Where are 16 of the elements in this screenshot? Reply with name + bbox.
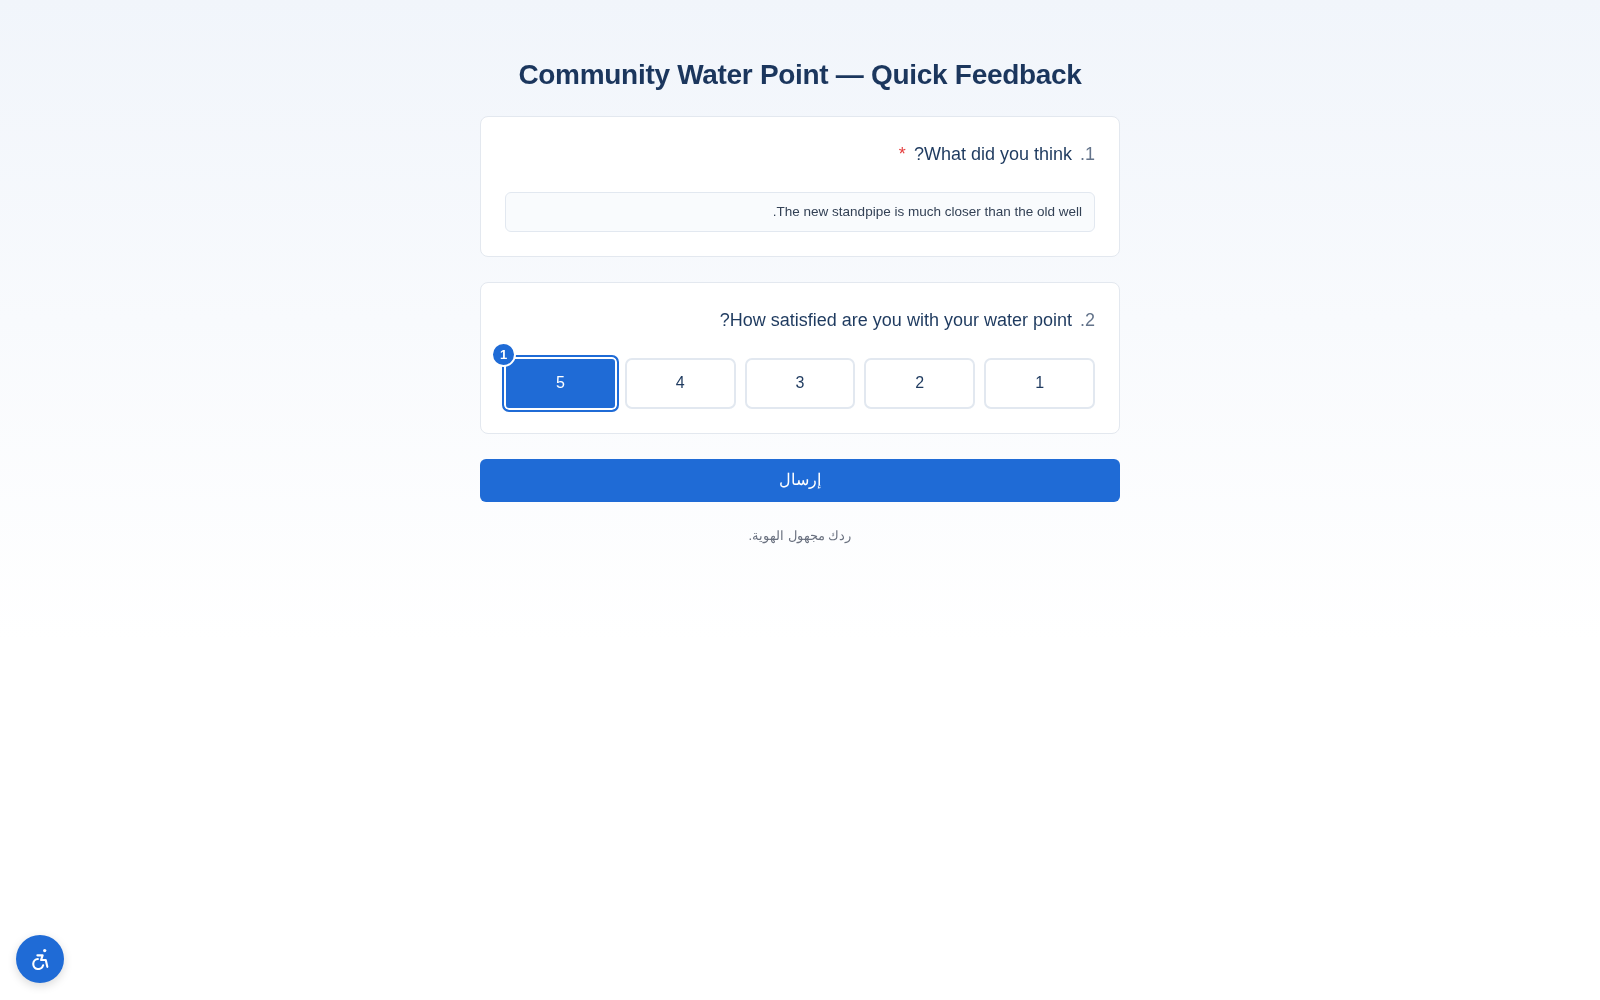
question-label: How satisfied are you with your water point?	[719, 308, 1072, 332]
accessibility-button[interactable]	[16, 935, 64, 983]
anonymity-note: ردك مجهول الهوية.	[747, 526, 853, 546]
wheelchair-icon	[29, 948, 51, 970]
rating-option[interactable]: 3	[744, 357, 856, 409]
question-number: 2.	[1079, 308, 1095, 332]
submit-button[interactable]: إرسال	[480, 458, 1120, 502]
rating-option[interactable]: 2	[864, 357, 976, 409]
page-title: Community Water Point — Quick Feedback	[517, 58, 1083, 92]
required-mark: *	[898, 142, 906, 166]
question-label: What did you think?	[913, 142, 1072, 166]
question-number: 1.	[1079, 142, 1095, 166]
rating-option[interactable]: 4	[624, 357, 736, 409]
selection-badge: 1	[491, 341, 516, 367]
rating-option[interactable]: 1	[984, 357, 1095, 409]
text-field[interactable]: The new standpipe is much closer than the old well.	[505, 191, 1095, 232]
